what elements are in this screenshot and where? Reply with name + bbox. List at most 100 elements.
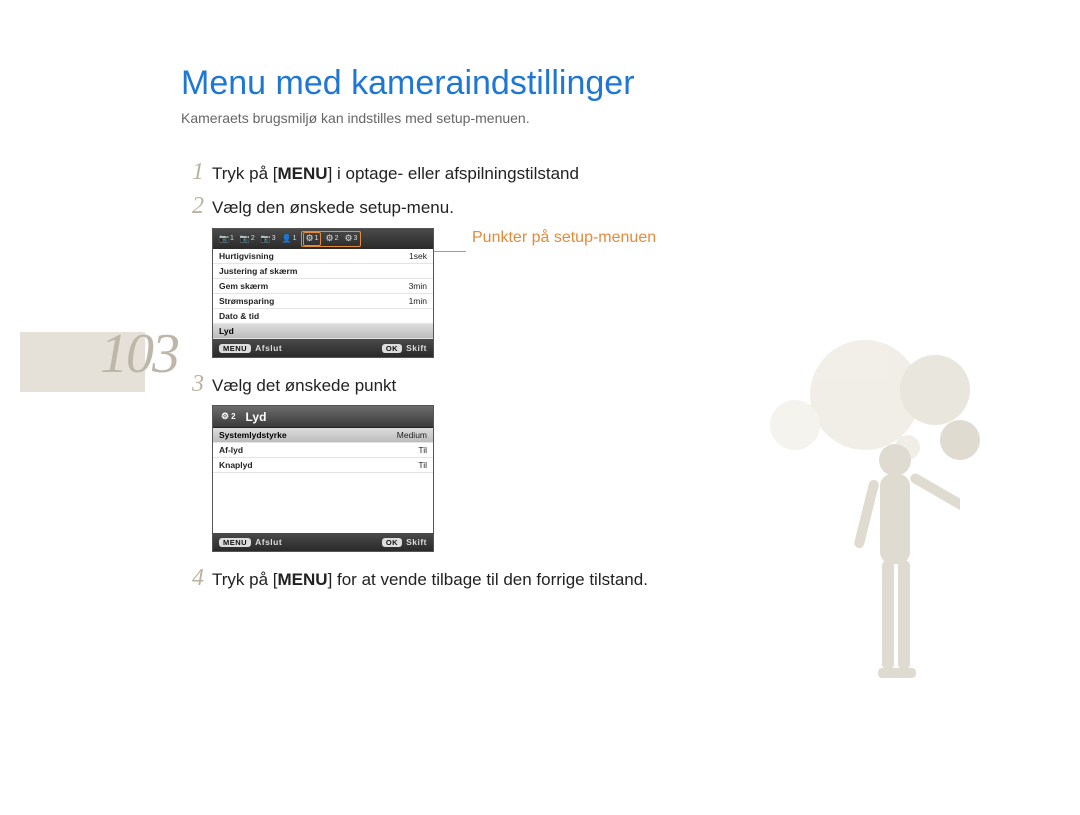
tab-setup-2-num: 2 bbox=[335, 235, 339, 242]
menu-row-knaplyd[interactable]: KnaplydTil bbox=[213, 458, 433, 473]
menu-pill: MENU bbox=[219, 344, 251, 353]
camera-screen-setup: 📷1 📷2 📷3 👤1 ⚙1 ⚙2 ⚙3 Hurtigvisning1sek J… bbox=[212, 228, 434, 358]
menu-label: Hurtigvisning bbox=[219, 251, 409, 261]
camera-icon: 📷 bbox=[240, 234, 250, 243]
tab-setup-3[interactable]: ⚙3 bbox=[342, 232, 359, 246]
menu-value: 1min bbox=[409, 296, 427, 306]
menu-row-justering[interactable]: Justering af skærm bbox=[213, 264, 433, 279]
menu-value: 3min bbox=[409, 281, 427, 291]
tab-camera-2-num: 2 bbox=[251, 235, 255, 242]
menu-pill: MENU bbox=[219, 538, 251, 547]
menu-label: Systemlydstyrke bbox=[219, 430, 397, 440]
tab-setup-2[interactable]: ⚙2 bbox=[323, 232, 340, 246]
header-icon-num: 2 bbox=[231, 412, 235, 421]
step-1-post: ] i optage- eller afspilningstilstand bbox=[328, 164, 579, 183]
ok-pill: OK bbox=[382, 538, 402, 547]
menu-label: Knaplyd bbox=[219, 460, 418, 470]
footer-shift-label-2: Skift bbox=[406, 537, 427, 547]
camera-footer: MENU Afslut OK Skift bbox=[213, 339, 433, 357]
tab-user-1[interactable]: 👤1 bbox=[280, 232, 299, 246]
gear-icon: ⚙ bbox=[325, 233, 333, 244]
menu-row-gem-skaerm[interactable]: Gem skærm3min bbox=[213, 279, 433, 294]
footer-exit-label: Afslut bbox=[255, 343, 282, 353]
screen2-wrap: ⚙2 Lyd SystemlydstyrkeMedium Af-lydTil K… bbox=[212, 405, 702, 552]
bubble-icon bbox=[770, 400, 820, 450]
decorative-illustration bbox=[690, 340, 1020, 740]
list-filler bbox=[213, 473, 433, 533]
menu-value: Medium bbox=[397, 430, 427, 440]
camera-menu-list: Hurtigvisning1sek Justering af skærm Gem… bbox=[213, 249, 433, 339]
footer-exit[interactable]: MENU Afslut bbox=[219, 343, 382, 353]
ok-pill: OK bbox=[382, 344, 402, 353]
callout-text: Punkter på setup-menuen bbox=[472, 228, 656, 249]
camera-sound-list: SystemlydstyrkeMedium Af-lydTil KnaplydT… bbox=[213, 428, 433, 533]
menu-value: Til bbox=[418, 445, 427, 455]
menu-row-hurtigvisning[interactable]: Hurtigvisning1sek bbox=[213, 249, 433, 264]
screen1-wrap: 📷1 📷2 📷3 👤1 ⚙1 ⚙2 ⚙3 Hurtigvisning1sek J… bbox=[212, 228, 702, 358]
step-1-pre: Tryk på [ bbox=[212, 164, 278, 183]
menu-label: Gem skærm bbox=[219, 281, 409, 291]
menu-row-lyd[interactable]: Lyd bbox=[213, 324, 433, 339]
child-silhouette-icon bbox=[840, 430, 960, 730]
step-2: 2 Vælg den ønskede setup-menu. bbox=[182, 194, 702, 220]
tab-camera-2[interactable]: 📷2 bbox=[238, 232, 257, 246]
menu-label: Af-lyd bbox=[219, 445, 418, 455]
step-1-number: 1 bbox=[182, 160, 212, 184]
step-1-bold: MENU bbox=[278, 164, 328, 183]
step-1-text: Tryk på [MENU] i optage- eller afspilnin… bbox=[212, 160, 579, 186]
footer-shift[interactable]: OK Skift bbox=[382, 343, 427, 353]
menu-row-aflyd[interactable]: Af-lydTil bbox=[213, 443, 433, 458]
tab-setup-1-num: 1 bbox=[315, 235, 319, 242]
steps-list: 1 Tryk på [MENU] i optage- eller afspiln… bbox=[182, 160, 702, 600]
camera-screen-sound: ⚙2 Lyd SystemlydstyrkeMedium Af-lydTil K… bbox=[212, 405, 434, 552]
tab-camera-1[interactable]: 📷1 bbox=[217, 232, 236, 246]
step-4-pre: Tryk på [ bbox=[212, 570, 278, 589]
callout-leader-line bbox=[434, 251, 466, 252]
tab-setup-1[interactable]: ⚙1 bbox=[303, 232, 322, 246]
gear-icon: ⚙ bbox=[344, 233, 352, 244]
tab-camera-3[interactable]: 📷3 bbox=[259, 232, 278, 246]
menu-label: Dato & tid bbox=[219, 311, 427, 321]
camera-icon: 📷 bbox=[219, 234, 229, 243]
camera-icon: 📷 bbox=[261, 234, 271, 243]
footer-exit-2[interactable]: MENU Afslut bbox=[219, 537, 382, 547]
menu-label: Justering af skærm bbox=[219, 266, 427, 276]
tab-setup-3-num: 3 bbox=[354, 235, 358, 242]
menu-row-dato-tid[interactable]: Dato & tid bbox=[213, 309, 433, 324]
menu-label: Strømsparing bbox=[219, 296, 409, 306]
step-4-text: Tryk på [MENU] for at vende tilbage til … bbox=[212, 566, 648, 592]
tab-camera-1-num: 1 bbox=[230, 235, 234, 242]
menu-label: Lyd bbox=[219, 326, 427, 336]
camera-sound-header: ⚙2 Lyd bbox=[213, 406, 433, 428]
bubble-icon bbox=[900, 355, 970, 425]
step-4-bold: MENU bbox=[278, 570, 328, 589]
step-4: 4 Tryk på [MENU] for at vende tilbage ti… bbox=[182, 566, 702, 592]
step-3-text: Vælg det ønskede punkt bbox=[212, 372, 396, 398]
step-3-number: 3 bbox=[182, 372, 212, 396]
footer-shift-2[interactable]: OK Skift bbox=[382, 537, 427, 547]
footer-exit-label-2: Afslut bbox=[255, 537, 282, 547]
gear-icon: ⚙ bbox=[221, 411, 229, 422]
tab-camera-3-num: 3 bbox=[272, 235, 276, 242]
footer-shift-label: Skift bbox=[406, 343, 427, 353]
step-1: 1 Tryk på [MENU] i optage- eller afspiln… bbox=[182, 160, 702, 186]
camera-sound-title: Lyd bbox=[246, 410, 267, 424]
menu-value: 1sek bbox=[409, 251, 427, 261]
step-4-number: 4 bbox=[182, 566, 212, 590]
menu-row-stromsparing[interactable]: Strømsparing1min bbox=[213, 294, 433, 309]
page-title: Menu med kameraindstillinger bbox=[181, 64, 635, 103]
menu-value: Til bbox=[418, 460, 427, 470]
page-number: 103 bbox=[100, 322, 178, 386]
gear-icon: ⚙ bbox=[306, 233, 314, 244]
page-subtitle: Kameraets brugsmiljø kan indstilles med … bbox=[181, 110, 530, 126]
camera-tabs: 📷1 📷2 📷3 👤1 ⚙1 ⚙2 ⚙3 bbox=[213, 229, 433, 249]
step-4-post: ] for at vende tilbage til den forrige t… bbox=[328, 570, 648, 589]
user-icon: 👤 bbox=[282, 234, 292, 243]
tab-user-1-num: 1 bbox=[293, 235, 297, 242]
step-2-number: 2 bbox=[182, 194, 212, 218]
tab-setup-group-highlight: ⚙1 ⚙2 ⚙3 bbox=[301, 231, 362, 247]
step-3: 3 Vælg det ønskede punkt bbox=[182, 372, 702, 398]
menu-row-systemlydstyrke[interactable]: SystemlydstyrkeMedium bbox=[213, 428, 433, 443]
step-2-text: Vælg den ønskede setup-menu. bbox=[212, 194, 454, 220]
camera-footer-2: MENU Afslut OK Skift bbox=[213, 533, 433, 551]
